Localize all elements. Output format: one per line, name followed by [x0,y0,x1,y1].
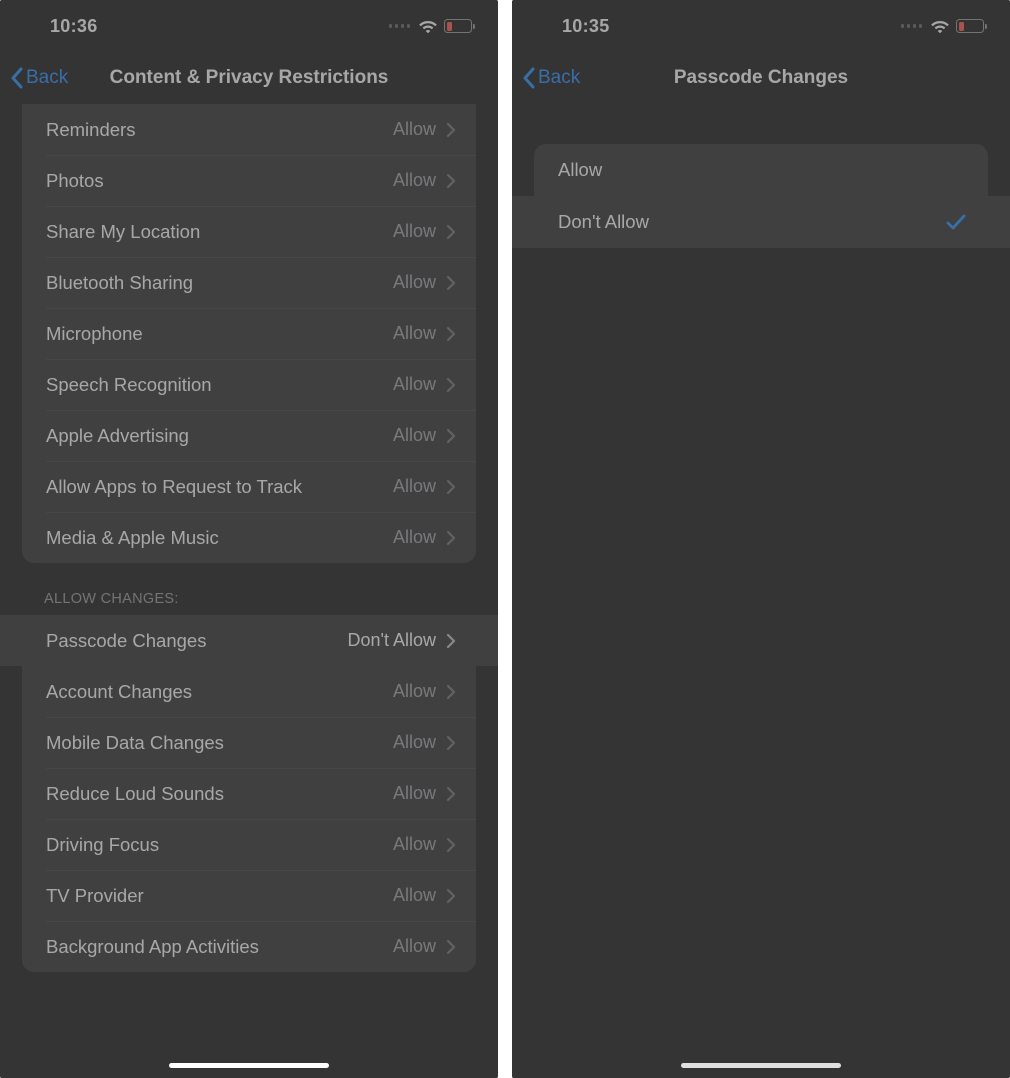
row-value: Allow [393,681,436,702]
row-label: Share My Location [46,221,200,243]
chevron-right-icon [446,530,456,546]
chevron-right-icon [446,684,456,700]
status-time: 10:36 [50,16,98,37]
options-group: Allow [534,144,988,196]
back-label: Back [538,67,580,89]
wifi-icon [418,19,438,34]
row-label: Media & Apple Music [46,527,219,549]
checkmark-icon [946,213,966,231]
row-microphone[interactable]: Microphone Allow [22,308,476,359]
chevron-right-icon [446,224,456,240]
nav-bar: Back Content & Privacy Restrictions [0,52,498,104]
row-account-changes[interactable]: Account Changes Allow [22,666,476,717]
status-time: 10:35 [562,16,610,37]
row-mobile-data-changes[interactable]: Mobile Data Changes Allow [22,717,476,768]
back-button[interactable]: Back [522,67,580,89]
row-value: Allow [393,834,436,855]
option-label: Allow [558,159,602,181]
battery-icon [444,19,472,33]
row-photos[interactable]: Photos Allow [22,155,476,206]
row-share-my-location[interactable]: Share My Location Allow [22,206,476,257]
settings-group-allow-changes: Account Changes Allow Mobile Data Changes A… [22,666,476,972]
row-label: Photos [46,170,104,192]
chevron-right-icon [446,428,456,444]
row-reminders[interactable]: Reminders Allow [22,104,476,155]
row-background-app-activities[interactable]: Background App Activities Allow [22,921,476,972]
row-value: Allow [393,885,436,906]
chevron-right-icon [446,326,456,342]
row-speech-recognition[interactable]: Speech Recognition Allow [22,359,476,410]
battery-icon [956,19,984,33]
screenshot-content-privacy: 10:36 Back Content & Privacy Restriction… [0,0,498,1078]
cellular-icon [901,24,923,28]
row-driving-focus[interactable]: Driving Focus Allow [22,819,476,870]
row-label: Background App Activities [46,936,259,958]
row-value: Allow [393,272,436,293]
row-media-apple-music[interactable]: Media & Apple Music Allow [22,512,476,563]
row-value: Allow [393,783,436,804]
chevron-right-icon [446,173,456,189]
row-label: Apple Advertising [46,425,189,447]
home-indicator[interactable] [681,1063,841,1069]
row-label: Reduce Loud Sounds [46,783,224,805]
option-label: Don't Allow [558,211,649,233]
row-label: TV Provider [46,885,144,907]
chevron-right-icon [446,786,456,802]
chevron-right-icon [446,275,456,291]
row-bluetooth-sharing[interactable]: Bluetooth Sharing Allow [22,257,476,308]
chevron-right-icon [446,479,456,495]
cellular-icon [389,24,411,28]
row-label: Reminders [46,119,135,141]
row-value: Allow [393,323,436,344]
chevron-right-icon [446,888,456,904]
chevron-right-icon [446,735,456,751]
chevron-right-icon [446,377,456,393]
chevron-right-icon [446,837,456,853]
option-allow[interactable]: Allow [534,144,988,196]
chevron-left-icon [10,67,24,89]
row-value: Allow [393,170,436,191]
page-title: Passcode Changes [674,67,848,89]
screenshot-passcode-changes: 10:35 Back Passcode Changes Allow Don [512,0,1010,1078]
page-title: Content & Privacy Restrictions [110,67,389,89]
row-value: Allow [393,425,436,446]
status-bar: 10:35 [512,0,1010,52]
row-value: Allow [393,119,436,140]
settings-group-privacy: RemindersAllowPhotosAllowShare My Locati… [22,104,476,563]
row-value: Allow [393,732,436,753]
chevron-right-icon [446,122,456,138]
row-label: Account Changes [46,681,192,703]
chevron-right-icon [446,939,456,955]
row-value: Allow [393,374,436,395]
option-dont-allow[interactable]: Don't Allow [512,196,1010,248]
row-label: Mobile Data Changes [46,732,224,754]
row-value: Allow [393,221,436,242]
row-reduce-loud-sounds[interactable]: Reduce Loud Sounds Allow [22,768,476,819]
row-label: Speech Recognition [46,374,212,396]
status-icons [901,19,985,34]
row-value: Allow [393,527,436,548]
row-value: Don't Allow [348,630,436,651]
chevron-left-icon [522,67,536,89]
row-value: Allow [393,476,436,497]
chevron-right-icon [446,633,456,649]
back-label: Back [26,67,68,89]
row-label: Microphone [46,323,143,345]
row-label: Allow Apps to Request to Track [46,476,302,498]
row-allow-apps-to-request-to-track[interactable]: Allow Apps to Request to Track Allow [22,461,476,512]
row-value: Allow [393,936,436,957]
row-tv-provider[interactable]: TV Provider Allow [22,870,476,921]
row-apple-advertising[interactable]: Apple Advertising Allow [22,410,476,461]
row-label: Driving Focus [46,834,159,856]
row-label: Bluetooth Sharing [46,272,193,294]
row-label: Passcode Changes [46,630,206,652]
wifi-icon [930,19,950,34]
nav-bar: Back Passcode Changes [512,52,1010,104]
row-passcode-changes[interactable]: Passcode Changes Don't Allow [0,615,498,666]
home-indicator[interactable] [169,1063,329,1069]
status-bar: 10:36 [0,0,498,52]
status-icons [389,19,473,34]
back-button[interactable]: Back [10,67,68,89]
section-header-allow-changes: Allow Changes: [0,563,498,615]
